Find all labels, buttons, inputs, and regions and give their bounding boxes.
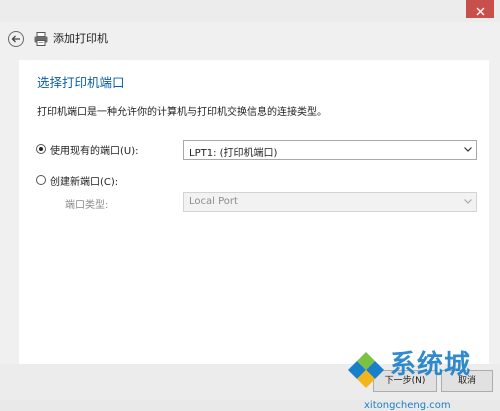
printer-icon	[34, 32, 48, 46]
port-type-label: 端口类型:	[65, 200, 109, 211]
port-type-value: Local Port	[189, 196, 238, 207]
wizard-header: 添加打印机	[0, 22, 500, 58]
add-printer-window: 添加打印机 选择打印机端口 打印机端口是一种允许你的计算机与打印机交换信息的连接…	[0, 0, 500, 411]
port-type-select[interactable]: Local Port	[183, 192, 477, 212]
back-arrow-icon	[11, 35, 20, 43]
existing-port-select[interactable]: LPT1: (打印机端口)	[183, 140, 477, 160]
chevron-down-icon	[464, 147, 472, 152]
content-panel: 选择打印机端口 打印机端口是一种允许你的计算机与打印机交换信息的连接类型。 使用…	[19, 60, 489, 364]
chevron-down-icon	[464, 199, 472, 204]
create-new-port-label[interactable]: 创建新端口(C):	[50, 173, 118, 188]
watermark: 系统城 xitongcheng.com	[344, 344, 500, 411]
watermark-text: 系统城	[390, 350, 472, 380]
page-heading: 选择打印机端口	[37, 75, 125, 90]
watermark-url: xitongcheng.com	[364, 400, 451, 411]
close-icon	[476, 7, 484, 16]
use-existing-port-radio[interactable]	[36, 144, 46, 154]
watermark-logo-icon	[348, 352, 384, 388]
window-title: 添加打印机	[53, 32, 108, 45]
close-button[interactable]	[466, 0, 494, 18]
page-description: 打印机端口是一种允许你的计算机与打印机交换信息的连接类型。	[37, 107, 327, 118]
title-bar	[0, 0, 500, 22]
back-button[interactable]	[8, 31, 24, 47]
create-new-port-radio[interactable]	[36, 175, 46, 185]
existing-port-value: LPT1: (打印机端口)	[189, 148, 278, 159]
use-existing-port-label[interactable]: 使用现有的端口(U):	[50, 142, 139, 157]
